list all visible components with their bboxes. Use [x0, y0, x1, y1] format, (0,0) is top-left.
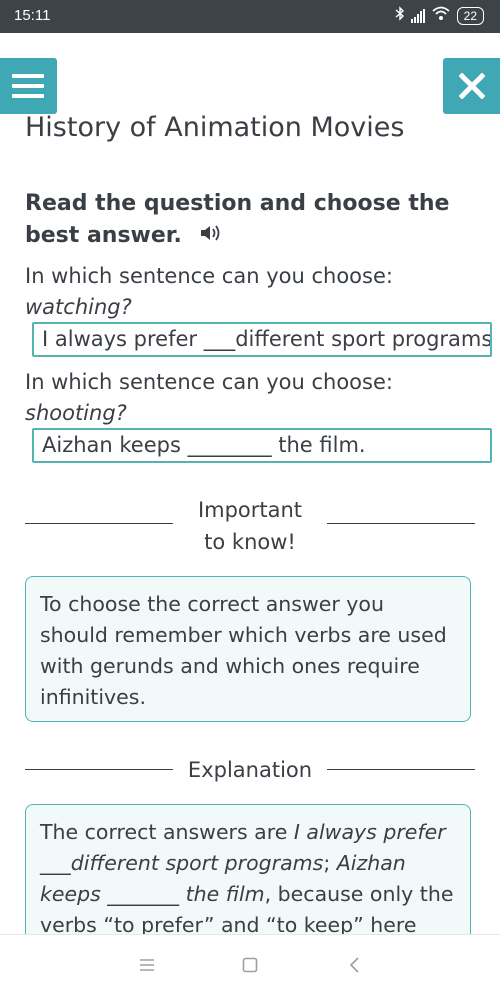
instruction: Read the question and choose the best an… [25, 188, 485, 252]
battery-icon: 22 [456, 6, 484, 25]
question-word: watching? [25, 295, 132, 319]
home-icon[interactable] [242, 957, 258, 977]
page-title: History of Animation Movies [25, 112, 405, 143]
close-button[interactable] [443, 58, 500, 114]
important-label-line2: to know! [204, 530, 296, 554]
explanation-label: Explanation [187, 758, 313, 782]
question-lead: In which sentence can you choose: [25, 264, 393, 288]
important-label-line1: Important [197, 498, 303, 522]
system-nav-bar [0, 934, 500, 1001]
divider-left [25, 523, 173, 524]
divider-left [25, 769, 173, 770]
important-note-text: To choose the correct answer you should … [40, 592, 447, 709]
close-icon [459, 73, 485, 99]
divider-right [327, 523, 475, 524]
explanation-separator: ; [323, 851, 337, 875]
question-word: shooting? [25, 401, 127, 425]
status-bar: 15:11 22 [0, 0, 500, 33]
bluetooth-icon [395, 6, 405, 25]
back-icon[interactable] [348, 957, 360, 977]
question-1: In which sentence can you choose: watchi… [25, 261, 495, 323]
status-time: 15:11 [14, 7, 51, 24]
important-note: To choose the correct answer you should … [25, 576, 471, 722]
instruction-text: Read the question and choose the best an… [25, 191, 450, 248]
explanation-part1: The correct answers are [40, 820, 294, 844]
question-lead: In which sentence can you choose: [25, 370, 393, 394]
menu-button[interactable] [0, 58, 57, 114]
recent-apps-icon[interactable] [139, 957, 155, 976]
status-icons: 22 [395, 6, 484, 25]
speaker-icon[interactable] [200, 220, 222, 252]
divider-right [327, 769, 475, 770]
answer-option-1[interactable]: I always prefer ___different sport progr… [32, 322, 492, 357]
answer-option-2[interactable]: Aizhan keeps ________ the film. [32, 428, 492, 463]
wifi-icon [431, 6, 451, 25]
signal-icon [410, 8, 425, 23]
question-2: In which sentence can you choose: shooti… [25, 367, 495, 429]
important-label: Important to know! [180, 494, 320, 558]
